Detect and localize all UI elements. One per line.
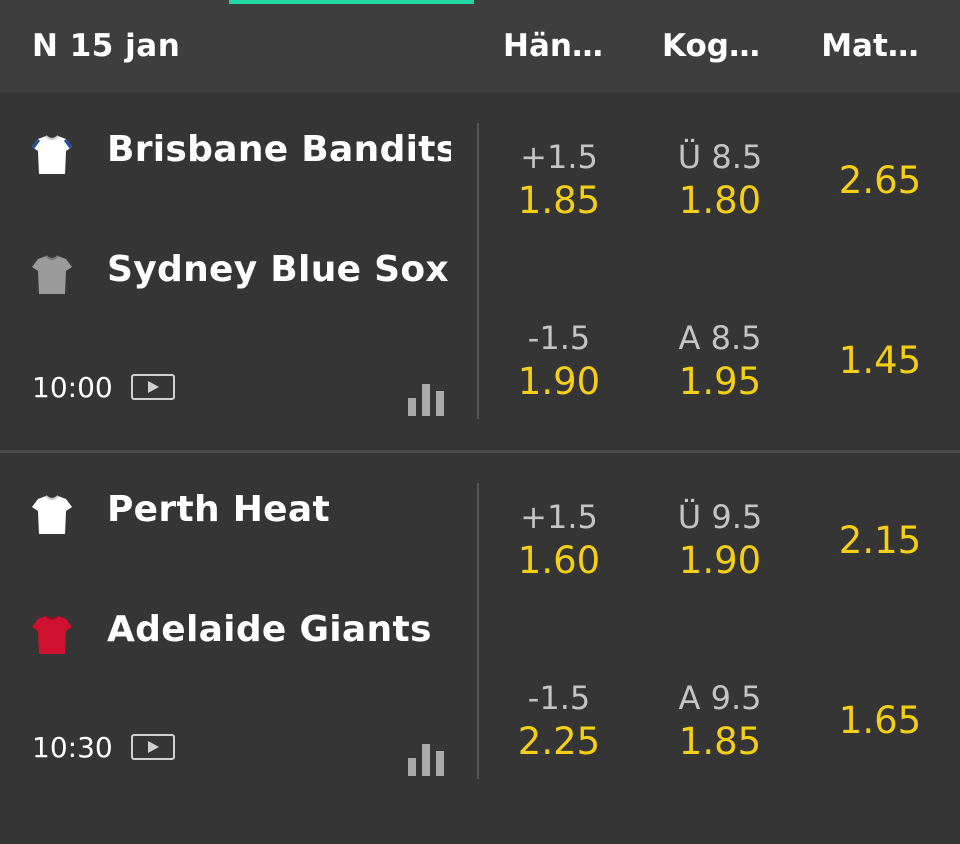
home-team[interactable]: Perth Heat	[30, 485, 470, 535]
stats-bar	[436, 391, 444, 416]
shirt-icon	[32, 495, 72, 534]
shirt-icon	[32, 135, 72, 174]
shirt-collar	[45, 135, 59, 140]
home-team-name: Perth Heat	[107, 489, 330, 530]
shirt-body	[32, 256, 72, 294]
handicap-away-odds[interactable]: -1.5 2.25	[479, 678, 639, 766]
shirt-icon	[32, 255, 72, 294]
stats-bar	[436, 751, 444, 776]
odds-price: 2.25	[517, 720, 601, 763]
odds-price: 1.85	[517, 179, 601, 222]
stats-bar	[408, 398, 416, 416]
shirt-body	[32, 616, 72, 654]
odds-price: 1.95	[678, 360, 762, 403]
handicap-home-odds[interactable]: +1.5 1.85	[479, 137, 639, 225]
total-line: A 9.5	[678, 679, 762, 717]
statistics-icon[interactable]	[408, 738, 448, 776]
start-time: 10:30	[32, 731, 113, 764]
odds-price: 1.90	[678, 539, 762, 582]
away-team[interactable]: Sydney Blue Sox	[30, 245, 470, 295]
odds-price: 1.80	[678, 179, 762, 222]
shirt-collar	[45, 255, 59, 260]
handicap-line: -1.5	[527, 319, 591, 357]
handicap-line: +1.5	[520, 138, 598, 176]
shirt-body	[32, 496, 72, 534]
date-label: N 15 jan	[32, 28, 181, 64]
total-over-odds[interactable]: Ü 8.5 1.80	[640, 137, 800, 225]
column-total[interactable]: Kog…	[636, 28, 786, 64]
odds-price: 1.60	[517, 539, 601, 582]
match-home-odds[interactable]: 2.65	[800, 159, 960, 202]
shirt-collar	[45, 495, 59, 500]
match-row[interactable]: Brisbane Bandits Sydney Blue Sox 10:00 +…	[0, 93, 960, 453]
odds-price: 1.85	[678, 720, 762, 763]
total-under-odds[interactable]: A 9.5 1.85	[640, 678, 800, 766]
stats-bar	[422, 384, 430, 416]
odds-price: 1.90	[517, 360, 601, 403]
away-team-name: Adelaide Giants	[107, 609, 432, 650]
match-away-odds[interactable]: 1.45	[800, 339, 960, 382]
total-line: Ü 9.5	[677, 498, 763, 536]
match-away-odds[interactable]: 1.65	[800, 699, 960, 742]
column-handicap[interactable]: Hän…	[478, 28, 628, 64]
total-line: Ü 8.5	[677, 138, 763, 176]
total-line: A 8.5	[678, 319, 762, 357]
away-team[interactable]: Adelaide Giants	[30, 605, 470, 655]
handicap-away-odds[interactable]: -1.5 1.90	[479, 318, 639, 406]
away-team-name: Sydney Blue Sox	[107, 249, 449, 290]
stats-bar	[408, 758, 416, 776]
total-under-odds[interactable]: A 8.5 1.95	[640, 318, 800, 406]
shirt-collar	[45, 615, 59, 620]
total-over-odds[interactable]: Ü 9.5 1.90	[640, 497, 800, 585]
handicap-home-odds[interactable]: +1.5 1.60	[479, 497, 639, 585]
handicap-line: +1.5	[520, 498, 598, 536]
match-home-odds[interactable]: 2.15	[800, 519, 960, 562]
market-header: N 15 jan Hän… Kog… Mat…	[0, 0, 960, 93]
play-video-icon[interactable]	[131, 734, 175, 760]
active-tab-indicator	[229, 0, 474, 4]
play-video-icon[interactable]	[131, 374, 175, 400]
statistics-icon[interactable]	[408, 378, 448, 416]
home-team[interactable]: Brisbane Bandits	[30, 125, 470, 175]
match-row[interactable]: Perth Heat Adelaide Giants 10:30 +1.5 1.…	[0, 453, 960, 813]
shirt-icon	[32, 615, 72, 654]
handicap-line: -1.5	[527, 679, 591, 717]
stats-bar	[422, 744, 430, 776]
start-time: 10:00	[32, 371, 113, 404]
column-match-result[interactable]: Mat…	[795, 28, 945, 64]
home-team-name: Brisbane Bandits	[107, 129, 451, 170]
